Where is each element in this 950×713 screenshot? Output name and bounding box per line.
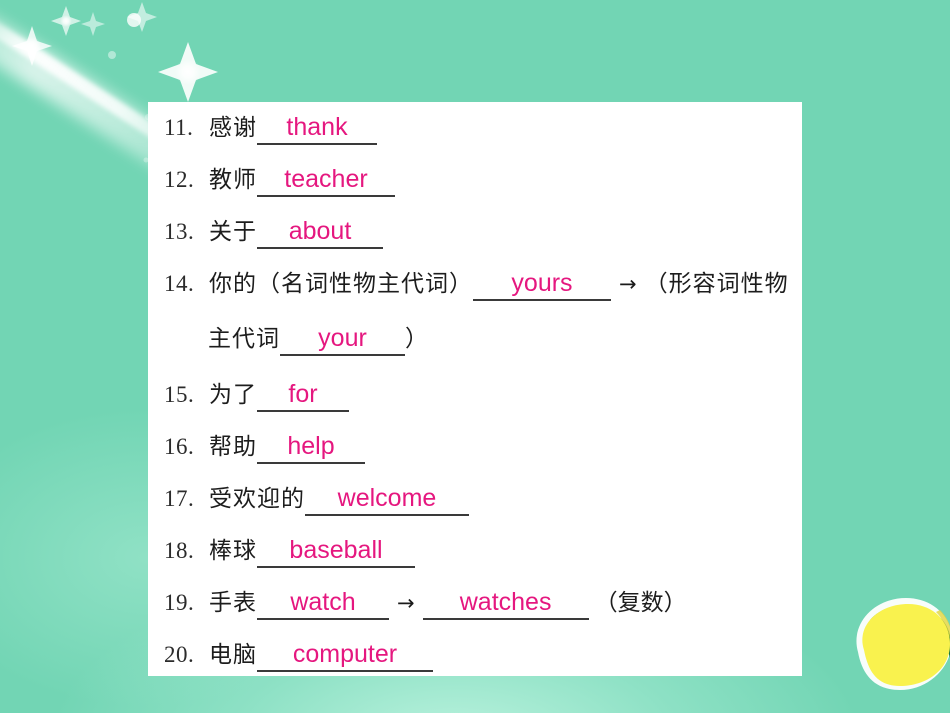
exercise-row-20: 20. 电脑 computer [148, 635, 802, 676]
exercise-note: （复数） [594, 590, 687, 616]
exercise-row-19: 19. 手表 watch → watches （复数） [148, 583, 802, 635]
exercise-prompt: 你的（名词性物主代词） [209, 271, 473, 297]
exercise-prompt: 为了 [209, 382, 257, 408]
exercise-number: 14. [164, 271, 195, 296]
answer-blank-11[interactable]: thank [257, 115, 377, 145]
answer-blank-12[interactable]: teacher [257, 167, 395, 197]
exercise-row-11: 11. 感谢 thank [148, 108, 802, 160]
exercise-prompt: 感谢 [209, 115, 257, 141]
slide-canvas: 11. 感谢 thank 12. 教师 teacher 13. 关于 about… [0, 0, 950, 713]
exercise-row-14-line2: 主代词 your ） [148, 319, 802, 375]
exercise-row-12: 12. 教师 teacher [148, 160, 802, 212]
exercise-number: 15. [164, 382, 195, 407]
exercise-prompt-continued: （形容词性物 [644, 271, 789, 297]
exercise-number: 16. [164, 434, 195, 459]
exercise-row-18: 18. 棒球 baseball [148, 531, 802, 583]
exercise-prompt: 受欢迎的 [209, 486, 305, 512]
answer-blank-15[interactable]: for [257, 382, 349, 412]
exercise-prompt-line2: 主代词 [208, 326, 280, 352]
exercise-number: 17. [164, 486, 195, 511]
answer-blank-19a[interactable]: watch [257, 590, 389, 620]
exercise-row-15: 15. 为了 for [148, 375, 802, 427]
answer-blank-19b[interactable]: watches [422, 590, 589, 620]
exercise-row-14: 14. 你的（名词性物主代词） yours → （形容词性物 [148, 264, 802, 319]
exercise-number: 11. [164, 115, 194, 140]
closing-paren: ） [405, 326, 428, 352]
exercise-row-13: 13. 关于 about [148, 212, 802, 264]
exercise-prompt: 关于 [209, 219, 257, 245]
arrow-icon: → [619, 272, 637, 296]
answer-blank-14b[interactable]: your [280, 326, 405, 356]
exercise-prompt: 帮助 [209, 434, 257, 460]
exercise-prompt: 教师 [209, 167, 257, 193]
exercise-row-16: 16. 帮助 help [148, 427, 802, 479]
exercise-row-17: 17. 受欢迎的 welcome [148, 479, 802, 531]
exercise-number: 12. [164, 167, 195, 192]
answer-blank-16[interactable]: help [257, 434, 365, 464]
worksheet-panel: 11. 感谢 thank 12. 教师 teacher 13. 关于 about… [148, 102, 802, 676]
answer-blank-14a[interactable]: yours [473, 271, 611, 301]
exercise-prompt: 手表 [209, 590, 257, 616]
exercise-number: 20. [164, 642, 195, 667]
exercise-number: 13. [164, 219, 195, 244]
exercise-number: 18. [164, 538, 195, 563]
exercise-prompt: 电脑 [209, 642, 257, 668]
exercise-number: 19. [164, 590, 195, 615]
exercise-prompt: 棒球 [209, 538, 257, 564]
arrow-icon: → [397, 591, 415, 615]
answer-blank-20[interactable]: computer [257, 642, 433, 672]
answer-blank-13[interactable]: about [257, 219, 383, 249]
answer-blank-18[interactable]: baseball [257, 538, 415, 568]
answer-blank-17[interactable]: welcome [305, 486, 469, 516]
